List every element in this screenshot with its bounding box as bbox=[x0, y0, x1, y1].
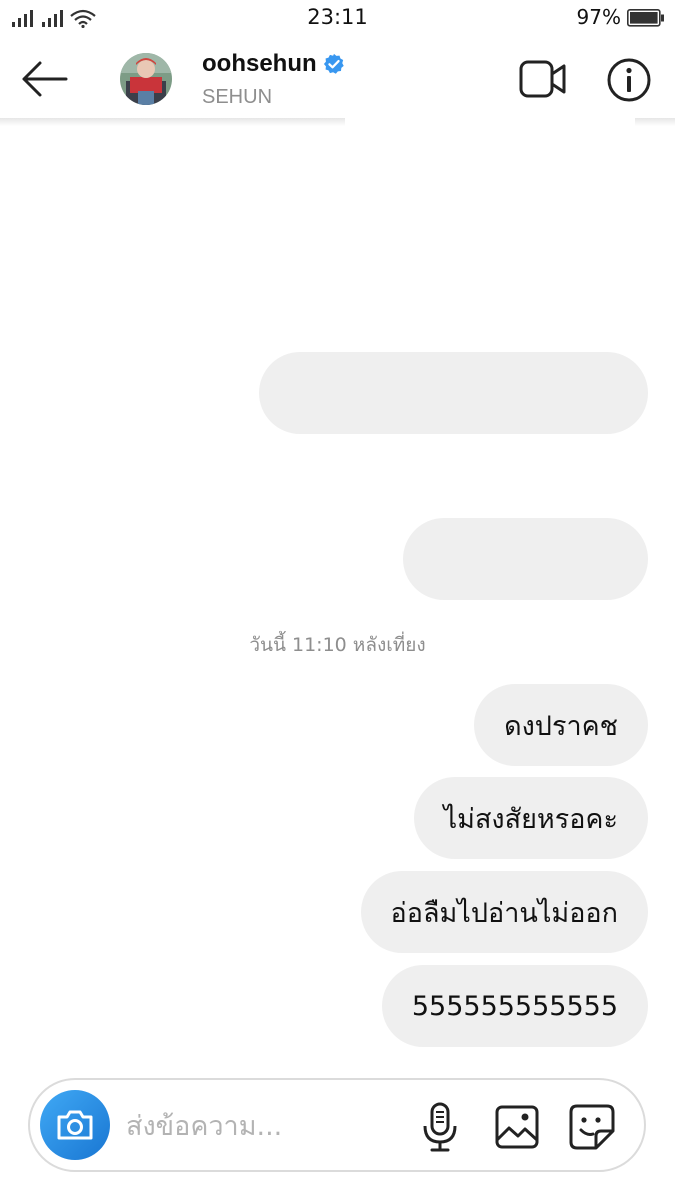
avatar-image bbox=[120, 53, 172, 105]
status-bar: 23:11 97% bbox=[0, 0, 675, 34]
username: oohsehun bbox=[202, 50, 317, 77]
message-bubble[interactable]: ไม่สงสัยหรอคะ bbox=[413, 777, 648, 859]
message-timestamp: วันนี้ 11:10 หลังเที่ยง bbox=[249, 634, 426, 656]
battery-icon bbox=[627, 9, 664, 27]
status-time: 23:11 bbox=[307, 5, 368, 29]
video-call-icon[interactable] bbox=[518, 58, 568, 100]
info-icon[interactable] bbox=[606, 57, 652, 103]
message-input[interactable] bbox=[126, 1104, 396, 1148]
battery-percent: 97% bbox=[576, 5, 621, 29]
avatar[interactable] bbox=[120, 53, 172, 105]
back-arrow-icon[interactable] bbox=[18, 54, 72, 104]
chat-header: oohsehun SEHUN bbox=[0, 34, 675, 124]
camera-icon bbox=[57, 1110, 93, 1140]
message-bubble[interactable]: ดงปราคช bbox=[474, 684, 648, 766]
message-bubble[interactable] bbox=[259, 352, 648, 434]
message-bubble[interactable] bbox=[403, 518, 648, 600]
sticker-icon[interactable] bbox=[568, 1103, 616, 1151]
gallery-icon[interactable] bbox=[494, 1104, 540, 1150]
message-composer bbox=[28, 1078, 646, 1172]
chat-screen: 23:11 97% oohsehun SEHUN วันนี้ 11:10 หล… bbox=[0, 0, 675, 1200]
camera-button[interactable] bbox=[40, 1090, 110, 1160]
username-row[interactable]: oohsehun bbox=[202, 50, 345, 78]
message-bubble[interactable]: 555555555555 bbox=[381, 965, 648, 1047]
microphone-icon[interactable] bbox=[420, 1102, 460, 1152]
full-name: SEHUN bbox=[202, 86, 273, 108]
verified-badge-icon bbox=[323, 53, 344, 74]
header-divider-gap bbox=[345, 118, 635, 126]
message-bubble[interactable]: อ่อลืมไปอ่านไม่ออก bbox=[360, 871, 648, 953]
